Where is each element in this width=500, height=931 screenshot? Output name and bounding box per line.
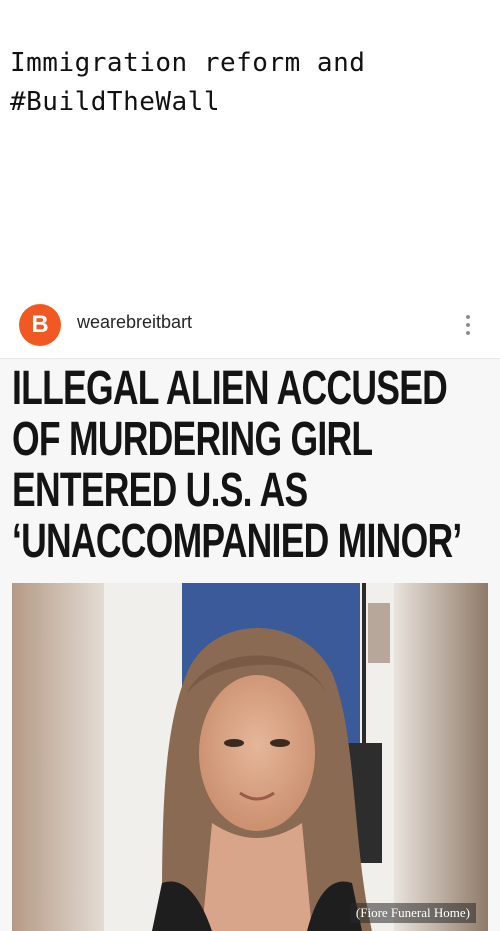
avatar[interactable]: B xyxy=(19,304,61,346)
portrait-image xyxy=(12,583,488,931)
article-headline: ILLEGAL ALIEN ACCUSED OF MURDERING GIRL … xyxy=(12,362,462,568)
article-photo: (Fiore Funeral Home) xyxy=(12,583,488,931)
more-vertical-icon xyxy=(466,315,470,319)
post-caption: Immigration reform and #BuildTheWall xyxy=(10,48,366,117)
more-options-button[interactable] xyxy=(458,308,478,342)
username-link[interactable]: wearebreitbart xyxy=(77,312,192,333)
post-header: B wearebreitbart xyxy=(0,298,500,359)
photo-credit: (Fiore Funeral Home) xyxy=(349,903,476,923)
post-image[interactable]: ILLEGAL ALIEN ACCUSED OF MURDERING GIRL … xyxy=(0,359,500,931)
breitbart-logo-icon: B xyxy=(31,311,49,338)
